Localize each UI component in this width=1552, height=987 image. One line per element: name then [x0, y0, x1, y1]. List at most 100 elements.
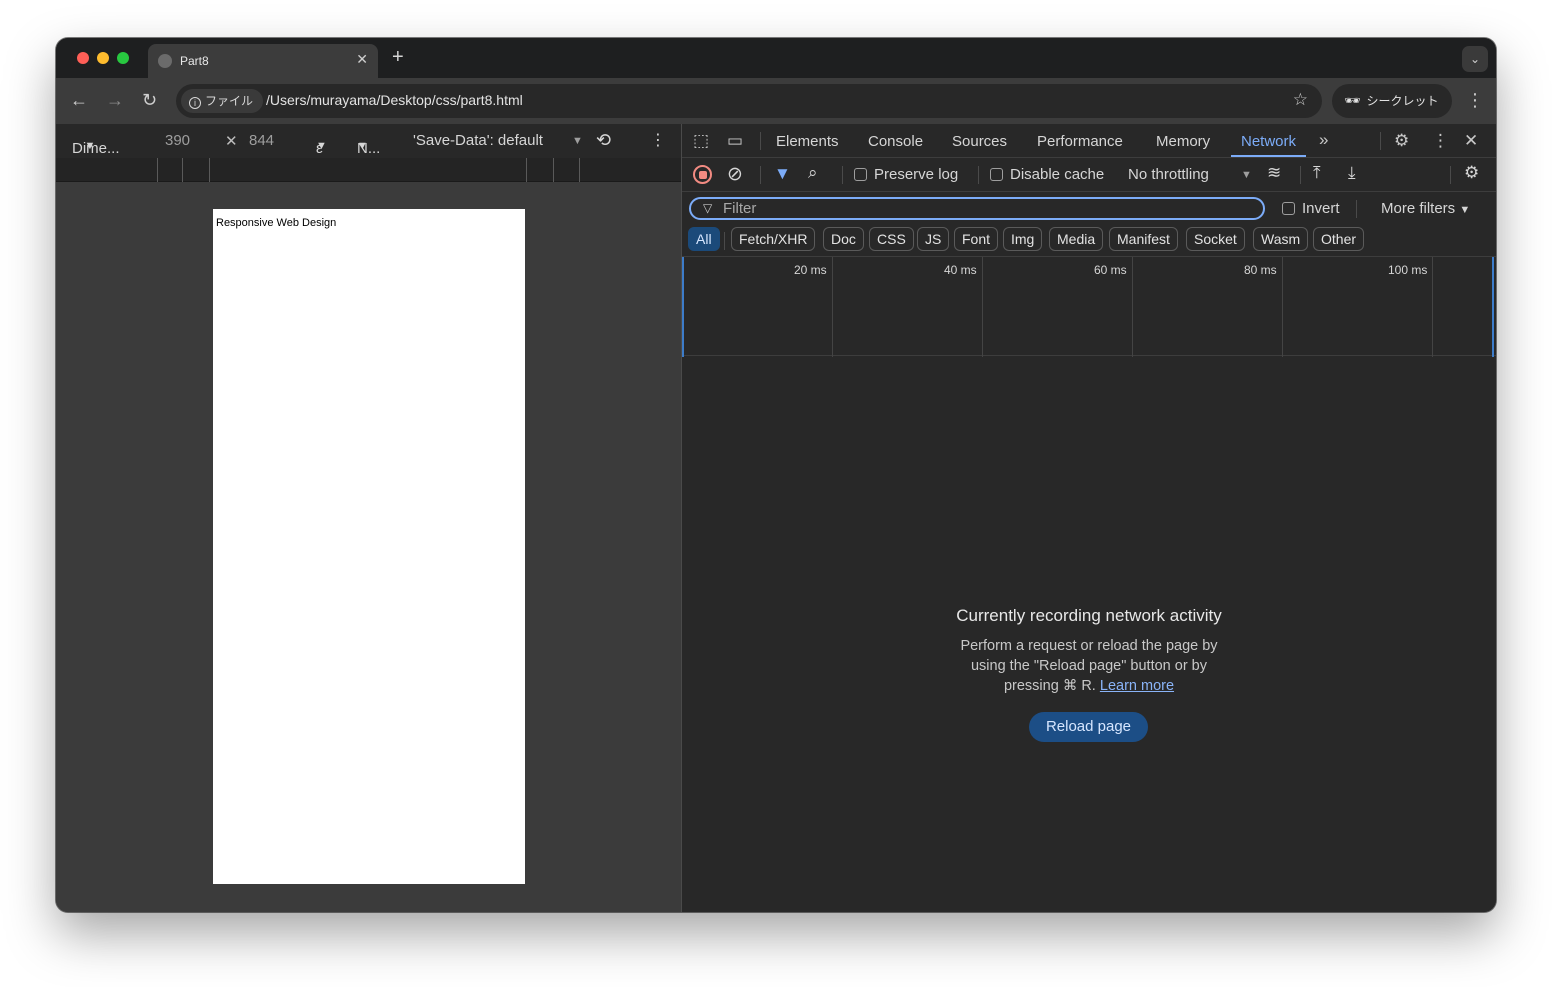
- tab-network[interactable]: Network: [1241, 133, 1296, 150]
- device-menu-icon[interactable]: ⋮: [650, 130, 666, 150]
- bookmark-star-icon[interactable]: ☆: [1293, 90, 1308, 110]
- tab-sources[interactable]: Sources: [952, 133, 1007, 150]
- dimensions-label: Dime...: [72, 140, 120, 157]
- minimize-window-button[interactable]: [97, 52, 109, 64]
- chevron-down-icon: ▼: [1459, 204, 1471, 216]
- device-toggle-icon[interactable]: ▭: [727, 131, 743, 151]
- tab-search-button[interactable]: ⌄: [1462, 46, 1488, 72]
- devtools-panel: ⬚ ▭ Elements Console Sources Performance…: [682, 124, 1496, 912]
- zoom-window-button[interactable]: [117, 52, 129, 64]
- separator: [760, 166, 761, 184]
- network-settings-gear-icon[interactable]: ⚙: [1464, 163, 1479, 183]
- height-input[interactable]: 844: [249, 132, 274, 149]
- invert-checkbox[interactable]: Invert: [1282, 200, 1340, 217]
- new-tab-button[interactable]: +: [392, 47, 404, 67]
- back-icon[interactable]: ←: [70, 90, 88, 110]
- ruler-mark: [526, 158, 527, 182]
- search-icon[interactable]: ⌕: [808, 163, 818, 183]
- timeline-gridline: [1432, 257, 1433, 357]
- empty-state-title: Currently recording network activity: [956, 606, 1222, 625]
- chevron-down-icon[interactable]: ▼: [572, 135, 583, 147]
- type-filter-img[interactable]: Img: [1003, 227, 1043, 251]
- preserve-log-checkbox[interactable]: Preserve log: [854, 166, 958, 183]
- url-text[interactable]: /Users/murayama/Desktop/css/part8.html: [266, 92, 523, 108]
- devtools-menu-icon[interactable]: ⋮: [1432, 131, 1449, 151]
- type-filter-font[interactable]: Font: [954, 227, 999, 251]
- timeline-right-handle[interactable]: [1492, 257, 1494, 357]
- dimensions-dropdown[interactable]: Dime... ▼: [72, 132, 120, 157]
- export-har-icon[interactable]: ⤓: [1348, 163, 1356, 183]
- separator: [760, 132, 761, 150]
- save-data-dropdown[interactable]: 'Save-Data': default: [413, 132, 543, 149]
- globe-icon: [158, 54, 172, 68]
- browser-menu-icon[interactable]: ⋮: [1466, 90, 1484, 111]
- network-conditions-icon[interactable]: ≋: [1267, 163, 1281, 183]
- separator: [1380, 132, 1381, 150]
- ruler-mark: [579, 158, 580, 182]
- separator: [724, 232, 725, 250]
- device-toolbar: Dime... ▼ 390 ✕ 844 ε ▼ N... ▼ 'Save-Dat…: [56, 124, 681, 158]
- emulated-viewport[interactable]: Responsive Web Design: [213, 209, 525, 884]
- filter-input[interactable]: ▽ Filter: [689, 197, 1265, 220]
- active-tab-indicator: [1231, 155, 1306, 157]
- incognito-badge[interactable]: 🕶 シークレット: [1332, 84, 1452, 118]
- reload-icon[interactable]: ↻: [142, 90, 157, 110]
- type-filter-doc[interactable]: Doc: [823, 227, 864, 251]
- disable-cache-checkbox[interactable]: Disable cache: [990, 166, 1104, 183]
- browser-tab[interactable]: Part8 ✕: [148, 44, 378, 78]
- address-bar[interactable]: i ファイル /Users/murayama/Desktop/css/part8.…: [176, 84, 1322, 118]
- type-filter-media[interactable]: Media: [1049, 227, 1104, 251]
- forward-icon[interactable]: →: [106, 90, 124, 110]
- close-window-button[interactable]: [77, 52, 89, 64]
- inspect-element-icon[interactable]: ⬚: [693, 131, 709, 151]
- info-icon: i: [189, 97, 201, 109]
- timeline-tick-label: 20 ms: [794, 263, 827, 277]
- media-query-ruler[interactable]: [56, 158, 681, 182]
- invert-label: Invert: [1302, 200, 1340, 217]
- site-info-label: ファイル: [205, 94, 254, 108]
- width-input[interactable]: 390: [165, 132, 190, 149]
- devtools-tab-bar: ⬚ ▭ Elements Console Sources Performance…: [682, 124, 1496, 158]
- tab-title: Part8: [180, 54, 209, 68]
- timeline-gridline: [982, 257, 983, 357]
- learn-more-link[interactable]: Learn more: [1100, 678, 1174, 694]
- incognito-label: シークレット: [1366, 94, 1439, 108]
- chevron-down-icon[interactable]: ▼: [1241, 169, 1252, 181]
- timeline-tick-label: 40 ms: [944, 263, 977, 277]
- tab-close-icon[interactable]: ✕: [356, 51, 368, 68]
- type-filter-js[interactable]: JS: [917, 227, 950, 251]
- timeline-left-handle[interactable]: [682, 257, 684, 357]
- filter-funnel-icon[interactable]: ▼: [774, 164, 791, 184]
- chevron-down-icon: ▼: [316, 140, 327, 152]
- tab-performance[interactable]: Performance: [1037, 133, 1123, 150]
- clear-icon[interactable]: ⊘: [727, 163, 743, 186]
- type-filter-css[interactable]: CSS: [869, 227, 914, 251]
- tab-console[interactable]: Console: [868, 133, 923, 150]
- type-filter-other[interactable]: Other: [1313, 227, 1365, 251]
- site-info-chip[interactable]: i ファイル: [181, 89, 264, 113]
- rotate-icon[interactable]: ⟲: [596, 130, 611, 151]
- type-filter-manifest[interactable]: Manifest: [1109, 227, 1178, 251]
- type-filter-wasm[interactable]: Wasm: [1253, 227, 1309, 251]
- type-filter-fetch-xhr[interactable]: Fetch/XHR: [731, 227, 816, 251]
- more-filters-dropdown[interactable]: More filters ▼: [1381, 200, 1470, 217]
- filter-icon: ▽: [703, 201, 713, 215]
- settings-gear-icon[interactable]: ⚙: [1394, 131, 1409, 151]
- import-har-icon[interactable]: ⤒: [1313, 163, 1321, 183]
- close-devtools-icon[interactable]: ✕: [1464, 131, 1478, 151]
- type-filter-socket[interactable]: Socket: [1186, 227, 1245, 251]
- tab-memory[interactable]: Memory: [1156, 133, 1210, 150]
- separator: [978, 166, 979, 184]
- type-filter-all[interactable]: All: [688, 227, 720, 251]
- more-tabs-icon[interactable]: »: [1319, 130, 1328, 150]
- times-icon: ✕: [225, 133, 238, 150]
- reload-page-button[interactable]: Reload page: [1029, 712, 1148, 742]
- network-overview-timeline[interactable]: 20 ms 40 ms 60 ms 80 ms 100 ms: [682, 256, 1496, 357]
- empty-state-line: Perform a request or reload the page by: [960, 638, 1218, 654]
- tab-elements[interactable]: Elements: [776, 133, 839, 150]
- tab-strip: Part8 ✕ + ⌄: [56, 38, 1496, 78]
- separator: [1356, 200, 1357, 218]
- checkbox-icon: [854, 168, 867, 181]
- record-stop-icon[interactable]: [693, 165, 712, 184]
- throttling-dropdown[interactable]: No throttling: [1128, 166, 1209, 183]
